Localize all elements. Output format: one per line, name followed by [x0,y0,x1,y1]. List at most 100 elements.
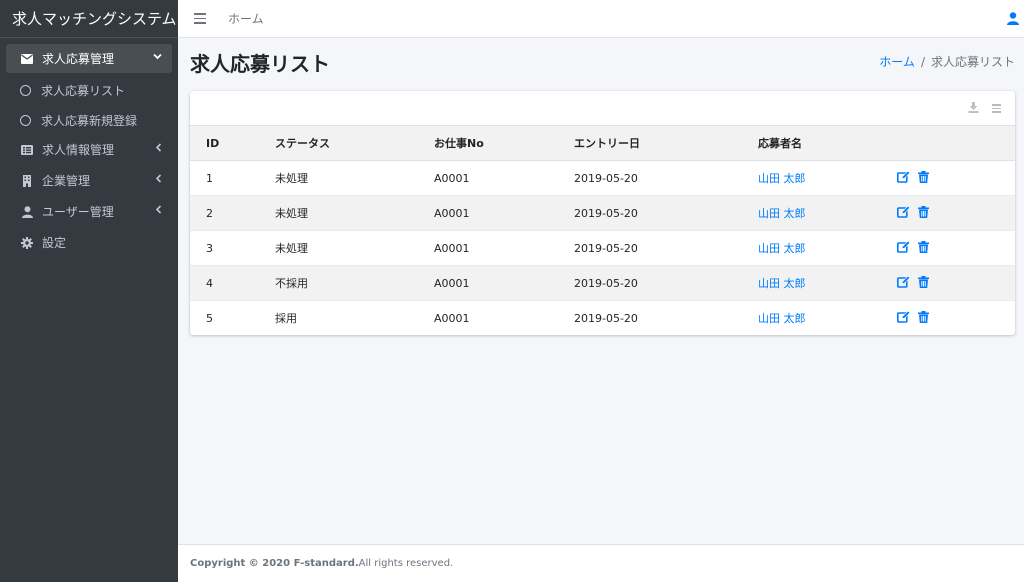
cell-id: 5 [190,300,275,335]
applicant-link[interactable]: 山田 太郎 [758,207,806,220]
top-home-link[interactable]: ホーム [228,10,264,27]
column-header-entry-date[interactable]: エントリー日 [574,125,758,161]
card-toolbar [190,91,1015,125]
table-row: 4 不採用 A0001 2019-05-20 山田 太郎 [190,265,1015,301]
cell-entry-date: 2019-05-20 [574,265,758,301]
chevron-left-icon [155,205,162,217]
sidebar-item-jobs[interactable]: 求人情報管理 [6,135,172,164]
applicant-link[interactable]: 山田 太郎 [758,242,806,255]
cell-id: 3 [190,230,275,266]
cell-entry-date: 2019-05-20 [574,160,758,196]
sidebar-item-label: 求人応募リスト [41,83,126,98]
sidebar-item-application-list[interactable]: 求人応募リスト [6,75,172,105]
cell-status: 未処理 [275,195,434,231]
applicant-link[interactable]: 山田 太郎 [758,172,806,185]
applications-card: ID ステータス お仕事No エントリー日 応募者名 1 未処理 A0001 2019… [190,91,1015,335]
cell-applicant: 山田 太郎 [758,195,897,231]
columns-menu-icon[interactable] [992,104,1001,113]
main-content: 求人応募リスト ホーム / 求人応募リスト ID ステータス お仕事No エントリー… [178,38,1024,544]
cell-job-no: A0001 [434,300,574,335]
edit-icon[interactable] [897,170,911,186]
trash-icon[interactable] [918,170,929,186]
chevron-left-icon [155,143,162,155]
circle-icon [20,84,31,96]
sidebar-item-users[interactable]: ユーザー管理 [6,197,172,226]
chevron-left-icon [155,174,162,186]
cell-actions [897,230,1015,266]
breadcrumb-separator: / [920,55,925,69]
gear-icon [20,236,34,250]
envelope-icon [20,52,34,66]
applications-table: ID ステータス お仕事No エントリー日 応募者名 1 未処理 A0001 2019… [190,125,1015,335]
trash-icon[interactable] [918,310,929,326]
cell-id: 1 [190,160,275,196]
cell-job-no: A0001 [434,230,574,266]
sidebar-item-settings[interactable]: 設定 [6,228,172,257]
table-header-row: ID ステータス お仕事No エントリー日 応募者名 [190,125,1015,161]
table-row: 3 未処理 A0001 2019-05-20 山田 太郎 [190,230,1015,266]
table-row: 5 採用 A0001 2019-05-20 山田 太郎 [190,300,1015,335]
trash-icon[interactable] [918,275,929,291]
edit-icon[interactable] [897,275,911,291]
cell-status: 未処理 [275,160,434,196]
building-icon [20,174,34,188]
cell-status: 採用 [275,300,434,335]
sidebar-nav: 求人応募管理 求人応募リスト 求人応募新規登録 求人情報管理 企業管理 ユーザー… [0,38,178,257]
cell-applicant: 山田 太郎 [758,230,897,266]
menu-toggle-icon[interactable] [194,13,206,24]
circle-icon [20,114,31,126]
cell-status: 未処理 [275,230,434,266]
user-icon[interactable] [1007,12,1019,28]
cell-applicant: 山田 太郎 [758,300,897,335]
column-header-job-no[interactable]: お仕事No [434,125,574,161]
edit-icon[interactable] [897,240,911,256]
cell-actions [897,160,1015,196]
sidebar-item-applications[interactable]: 求人応募管理 [6,44,172,73]
edit-icon[interactable] [897,310,911,326]
trash-icon[interactable] [918,205,929,221]
column-header-id[interactable]: ID [190,125,275,161]
cell-status: 不採用 [275,265,434,301]
sidebar-item-companies[interactable]: 企業管理 [6,166,172,195]
cell-entry-date: 2019-05-20 [574,230,758,266]
column-header-applicant[interactable]: 応募者名 [758,125,897,161]
list-icon [20,143,34,157]
column-header-status[interactable]: ステータス [275,125,434,161]
cell-id: 4 [190,265,275,301]
download-icon[interactable] [968,102,979,116]
page-title: 求人応募リスト [190,52,330,76]
chevron-down-icon [153,52,162,63]
cell-entry-date: 2019-05-20 [574,300,758,335]
user-icon [20,205,34,219]
edit-icon[interactable] [897,205,911,221]
footer: Copyright © 2020 F-standard. All rights … [178,544,1024,582]
sidebar-item-label: 求人応募管理 [42,52,115,66]
rights-text: All rights reserved. [358,558,454,569]
cell-applicant: 山田 太郎 [758,160,897,196]
breadcrumb-current: 求人応募リスト [930,55,1015,69]
breadcrumb: ホーム / 求人応募リスト [879,53,1015,70]
sidebar-item-label: 求人情報管理 [42,143,115,157]
cell-id: 2 [190,195,275,231]
cell-applicant: 山田 太郎 [758,265,897,301]
cell-job-no: A0001 [434,265,574,301]
sidebar-item-application-new[interactable]: 求人応募新規登録 [6,105,172,135]
applicant-link[interactable]: 山田 太郎 [758,277,806,290]
sidebar-item-label: 設定 [42,236,67,250]
sidebar-item-label: 企業管理 [42,174,91,188]
top-navbar: ホーム [178,0,1024,38]
sidebar-item-label: 求人応募新規登録 [41,113,138,128]
trash-icon[interactable] [918,240,929,256]
breadcrumb-home[interactable]: ホーム [879,55,915,69]
cell-job-no: A0001 [434,195,574,231]
applicant-link[interactable]: 山田 太郎 [758,312,806,325]
cell-entry-date: 2019-05-20 [574,195,758,231]
cell-actions [897,300,1015,335]
copyright-text: Copyright © 2020 F-standard. [190,558,359,569]
brand-title[interactable]: 求人マッチングシステム [0,0,178,38]
sidebar-item-label: ユーザー管理 [42,205,114,219]
cell-actions [897,265,1015,301]
sidebar: 求人マッチングシステム 求人応募管理 求人応募リスト 求人応募新規登録 求人情報… [0,0,178,582]
cell-actions [897,195,1015,231]
column-header-actions [897,125,1015,161]
